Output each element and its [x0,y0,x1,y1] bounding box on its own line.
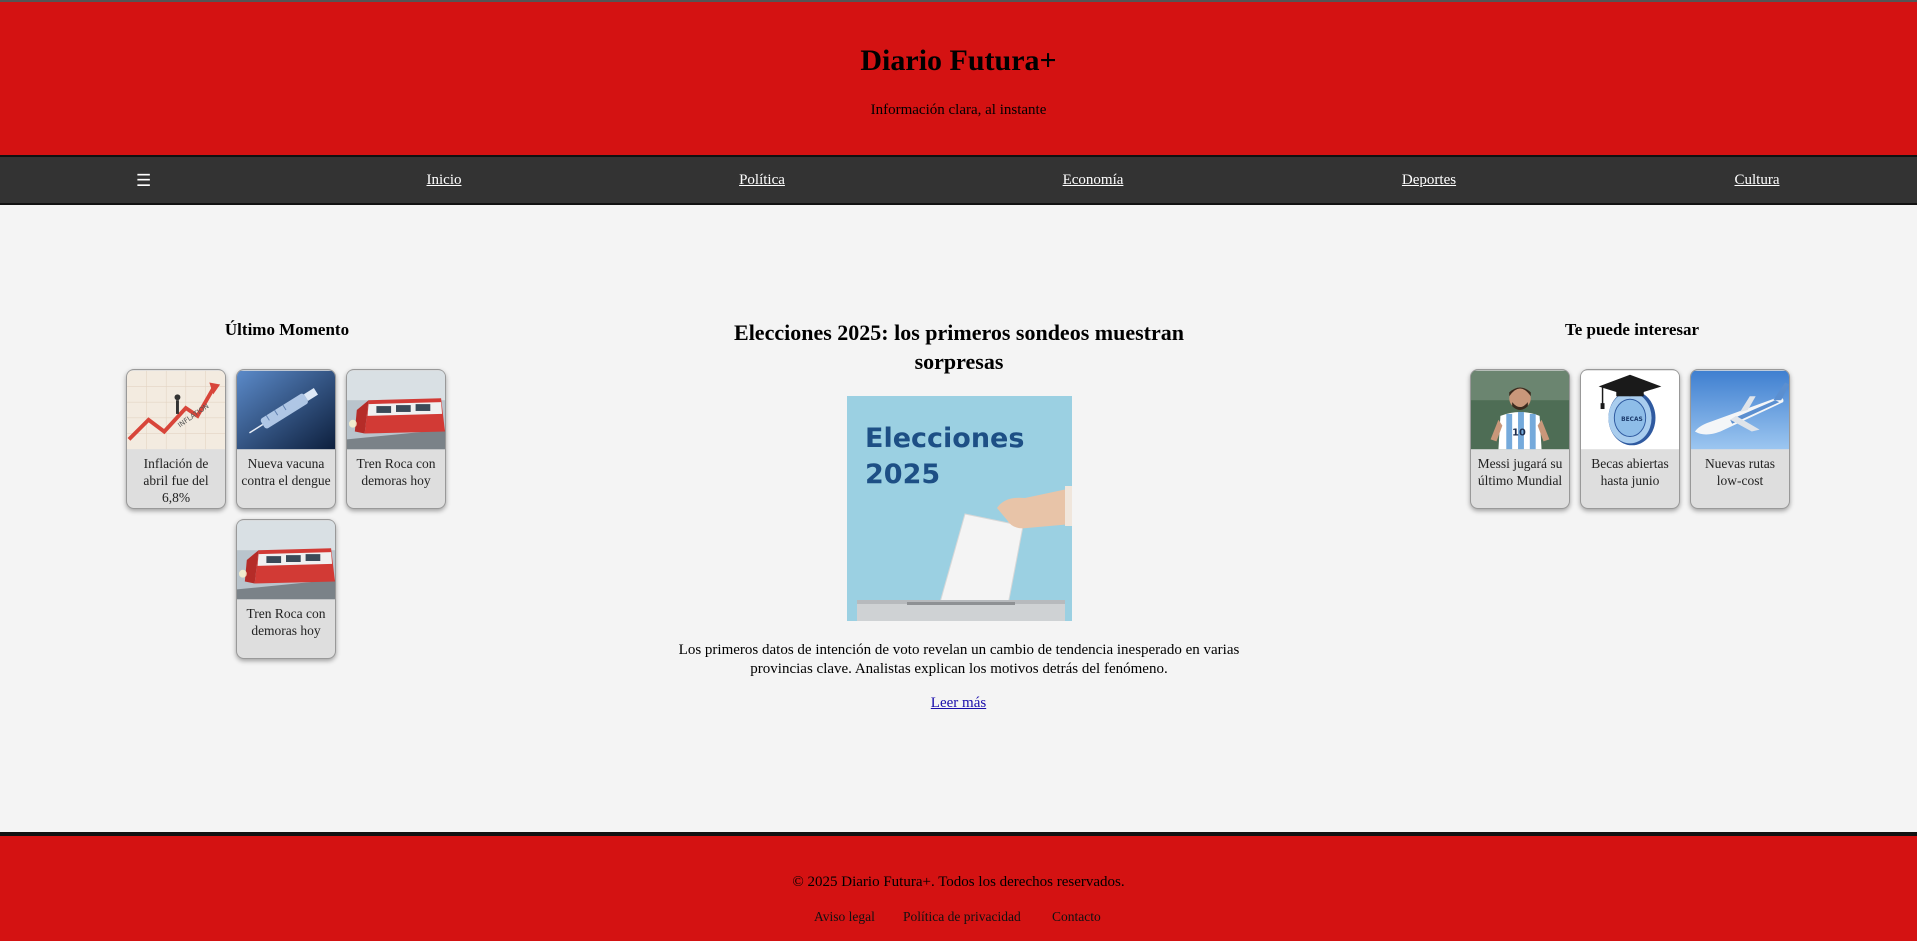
train-thumbnail [347,370,445,450]
airplane-thumbnail [1691,370,1789,450]
site-header: Diario Futura+ Información clara, al ins… [0,0,1917,155]
news-card-inflation[interactable]: INFLATION Inflación de abril fue del 6,8… [126,369,226,509]
related-card-becas[interactable]: BECAS Becas abiertas hasta junio [1580,369,1680,509]
site-title[interactable]: Diario Futura+ [0,44,1917,78]
image-text-line2: 2025 [865,459,940,490]
read-more-link[interactable]: Leer más [0,695,1917,712]
article-summary: Los primeros datos de intención de voto … [678,642,1240,677]
news-card-caption: Nueva vacuna contra el dengue [241,456,331,488]
image-text-line1: Elecciones [865,423,1024,454]
article-title[interactable]: Elecciones 2025: los primeros sondeos mu… [700,318,1218,376]
site-tagline: Información clara, al instante [870,102,1047,118]
related-card-caption: Becas abiertas hasta junio [1591,456,1669,488]
train-thumbnail [237,520,335,600]
news-card-vaccine[interactable]: Nueva vacuna contra el dengue [236,369,336,509]
site-footer: © 2025 Diario Futura+. Todos los derecho… [0,832,1917,941]
nav-item-cultura[interactable]: Cultura [1735,172,1780,189]
main-nav: ☰ Inicio Política Economía Deportes Cult… [0,155,1917,205]
footer-link-contacto[interactable]: Contacto [1052,909,1101,925]
footer-link-aviso-legal[interactable]: Aviso legal [814,909,875,925]
news-card-train[interactable]: Tren Roca con demoras hoy [346,369,446,509]
vaccine-syringe-thumbnail [237,370,335,450]
football-player-thumbnail: 10 [1471,370,1569,450]
related-card-flights[interactable]: Nuevas rutas low-cost [1690,369,1790,509]
footer-link-privacidad[interactable]: Política de privacidad [903,909,1021,925]
nav-item-politica[interactable]: Política [739,172,785,189]
becas-thumb-word: BECAS [1621,417,1643,423]
inflation-chart-thumbnail: INFLATION [127,370,225,450]
news-card-train-2[interactable]: Tren Roca con demoras hoy [236,519,336,659]
nav-item-deportes[interactable]: Deportes [1402,172,1456,189]
related-title: Te puede interesar [1564,320,1700,339]
related-card-messi[interactable]: 10 Messi jugará su último Mundial [1470,369,1570,509]
latest-news-title: Último Momento [224,320,350,339]
nav-item-economia[interactable]: Economía [1063,172,1124,189]
news-card-caption: Tren Roca con demoras hoy [356,456,436,488]
jersey-number: 10 [1512,427,1526,438]
news-card-caption: Tren Roca con demoras hoy [246,606,326,638]
nav-item-inicio[interactable]: Inicio [427,172,462,189]
ballot-box-image: Elecciones 2025 [847,396,1072,621]
news-card-caption: Inflación de abril fue del 6,8% [143,456,209,505]
graduation-cap-thumbnail: BECAS [1581,370,1679,450]
footer-copyright: © 2025 Diario Futura+. Todos los derecho… [792,874,1125,890]
related-card-caption: Nuevas rutas low-cost [1704,456,1776,488]
related-card-caption: Messi jugará su último Mundial [1477,456,1563,488]
hamburger-menu-icon[interactable]: ☰ [136,171,151,191]
